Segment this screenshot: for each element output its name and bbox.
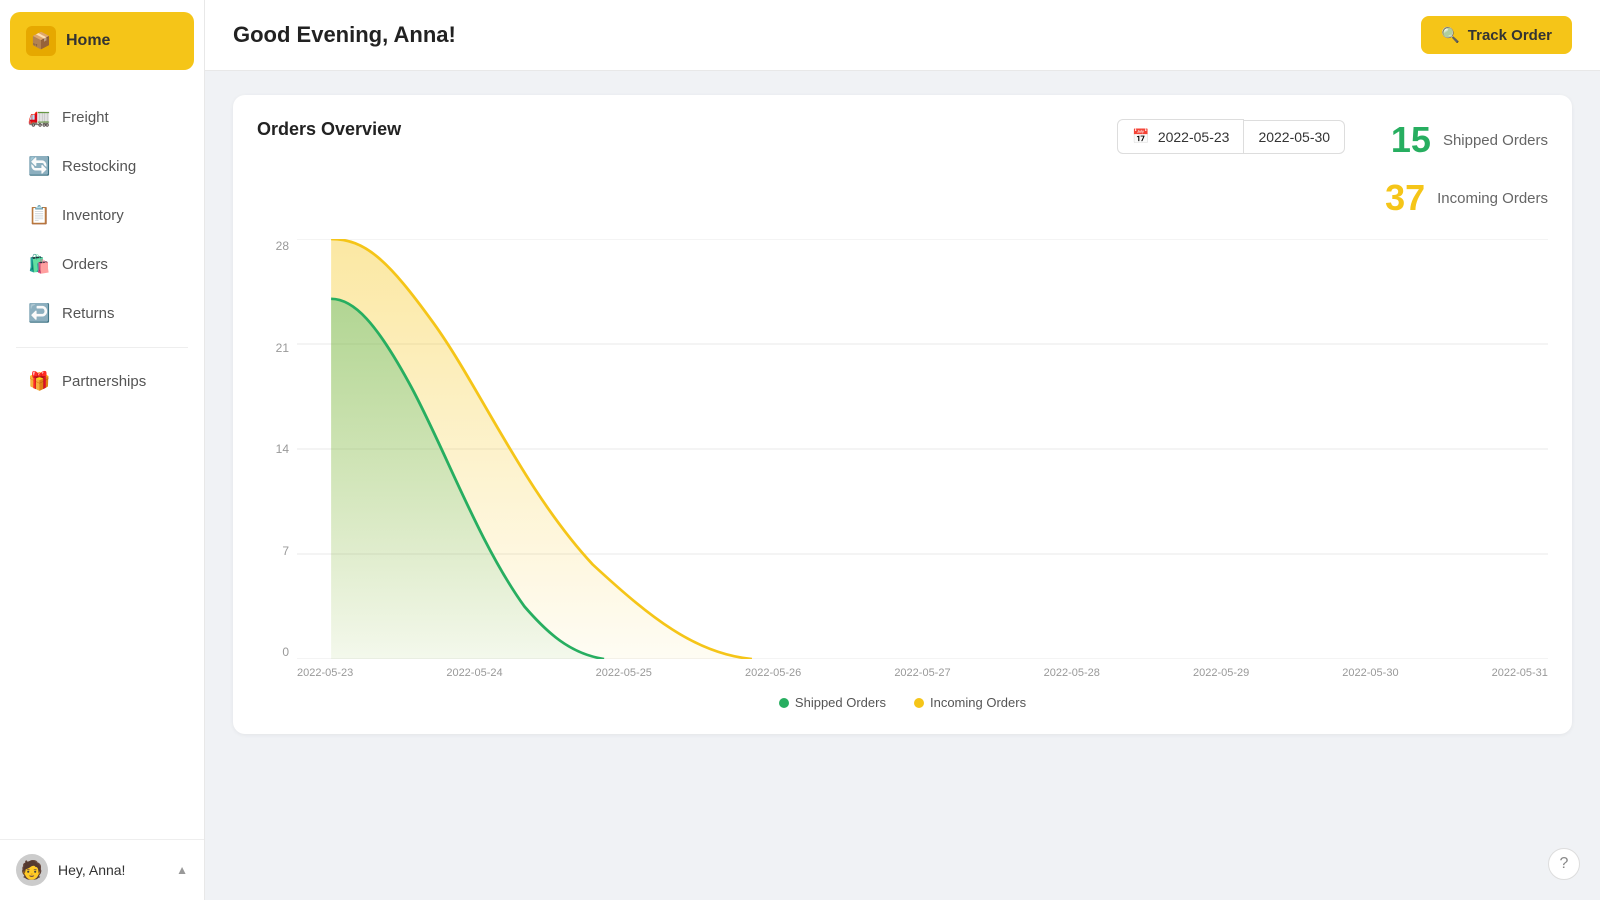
shipped-legend-dot xyxy=(779,698,789,708)
returns-icon: ↩️ xyxy=(28,303,50,324)
sidebar-item-restocking[interactable]: 🔄 Restocking xyxy=(8,143,196,190)
main-nav: 🚛 Freight 🔄 Restocking 📋 Inventory 🛍️ Or… xyxy=(0,82,204,839)
inventory-label: Inventory xyxy=(62,207,124,224)
x-label-5: 2022-05-28 xyxy=(1044,667,1100,679)
calendar-icon: 📅 xyxy=(1132,128,1149,145)
sidebar: 📦 Home 🚛 Freight 🔄 Restocking 📋 Inventor… xyxy=(0,0,205,900)
shipped-legend-label: Shipped Orders xyxy=(795,695,886,710)
home-label: Home xyxy=(66,32,110,50)
restocking-icon: 🔄 xyxy=(28,156,50,177)
freight-label: Freight xyxy=(62,109,109,126)
nav-divider xyxy=(16,347,188,348)
main-content: Good Evening, Anna! 🔍 Track Order Orders… xyxy=(205,0,1600,900)
x-label-4: 2022-05-27 xyxy=(894,667,950,679)
incoming-count: 37 xyxy=(1385,177,1425,219)
date-from: 2022-05-23 xyxy=(1158,129,1230,145)
inventory-icon: 📋 xyxy=(28,205,50,226)
shipped-count: 15 xyxy=(1391,119,1431,161)
chart-legend: Shipped Orders Incoming Orders xyxy=(257,695,1548,710)
chart-body: 28 21 14 7 0 xyxy=(257,239,1548,710)
sidebar-item-returns[interactable]: ↩️ Returns xyxy=(8,290,196,337)
incoming-label: Incoming Orders xyxy=(1437,190,1548,207)
logo-icon: 📦 xyxy=(26,26,56,56)
sidebar-item-partnerships[interactable]: 🎁 Partnerships xyxy=(8,358,196,405)
user-name: Hey, Anna! xyxy=(58,862,166,878)
avatar: 🧑 xyxy=(16,854,48,886)
x-label-6: 2022-05-29 xyxy=(1193,667,1249,679)
sidebar-item-orders[interactable]: 🛍️ Orders xyxy=(8,241,196,288)
y-axis: 28 21 14 7 0 xyxy=(257,239,297,659)
track-order-label: Track Order xyxy=(1468,27,1552,44)
chart-svg xyxy=(297,239,1548,659)
partnerships-icon: 🎁 xyxy=(28,371,50,392)
chart-area: 28 21 14 7 0 xyxy=(257,239,1548,659)
incoming-legend-label: Incoming Orders xyxy=(930,695,1026,710)
partnerships-label: Partnerships xyxy=(62,373,146,390)
freight-icon: 🚛 xyxy=(28,107,50,128)
sidebar-item-freight[interactable]: 🚛 Freight xyxy=(8,94,196,141)
chart-stats: 15 Shipped Orders 37 Incoming Orders xyxy=(1385,119,1548,219)
x-label-2: 2022-05-25 xyxy=(596,667,652,679)
date-range-button[interactable]: 📅 2022-05-23 xyxy=(1117,119,1244,154)
x-axis: 2022-05-23 2022-05-24 2022-05-25 2022-05… xyxy=(257,667,1548,679)
content-area: Orders Overview 📅 2022-05-23 2022-05-30 … xyxy=(205,71,1600,900)
chart-title: Orders Overview xyxy=(257,119,401,140)
x-label-1: 2022-05-24 xyxy=(446,667,502,679)
date-to[interactable]: 2022-05-30 xyxy=(1244,120,1345,154)
legend-incoming: Incoming Orders xyxy=(914,695,1026,710)
y-label-14: 14 xyxy=(276,442,289,456)
search-icon: 🔍 xyxy=(1441,26,1460,44)
y-label-21: 21 xyxy=(276,341,289,355)
topbar: Good Evening, Anna! 🔍 Track Order xyxy=(205,0,1600,71)
x-label-3: 2022-05-26 xyxy=(745,667,801,679)
date-range-controls: 📅 2022-05-23 2022-05-30 xyxy=(1117,119,1345,154)
x-label-0: 2022-05-23 xyxy=(297,667,353,679)
y-label-0: 0 xyxy=(282,645,289,659)
help-icon: ? xyxy=(1560,855,1569,873)
page-title: Good Evening, Anna! xyxy=(233,22,456,48)
orders-label: Orders xyxy=(62,256,108,273)
home-nav-item[interactable]: 📦 Home xyxy=(10,12,194,70)
returns-label: Returns xyxy=(62,305,115,322)
incoming-stat-row: 37 Incoming Orders xyxy=(1385,177,1548,219)
y-label-28: 28 xyxy=(276,239,289,253)
x-label-7: 2022-05-30 xyxy=(1342,667,1398,679)
track-order-button[interactable]: 🔍 Track Order xyxy=(1421,16,1572,54)
chart-header: Orders Overview 📅 2022-05-23 2022-05-30 … xyxy=(257,119,1548,219)
sidebar-item-inventory[interactable]: 📋 Inventory xyxy=(8,192,196,239)
y-label-7: 7 xyxy=(282,544,289,558)
orders-icon: 🛍️ xyxy=(28,254,50,275)
x-label-8: 2022-05-31 xyxy=(1492,667,1548,679)
user-profile[interactable]: 🧑 Hey, Anna! ▲ xyxy=(0,839,204,900)
help-button[interactable]: ? xyxy=(1548,848,1580,880)
orders-overview-card: Orders Overview 📅 2022-05-23 2022-05-30 … xyxy=(233,95,1572,734)
shipped-label: Shipped Orders xyxy=(1443,132,1548,149)
incoming-legend-dot xyxy=(914,698,924,708)
legend-shipped: Shipped Orders xyxy=(779,695,886,710)
restocking-label: Restocking xyxy=(62,158,136,175)
chevron-up-icon: ▲ xyxy=(176,863,188,877)
shipped-stat-row: 15 Shipped Orders xyxy=(1391,119,1548,161)
